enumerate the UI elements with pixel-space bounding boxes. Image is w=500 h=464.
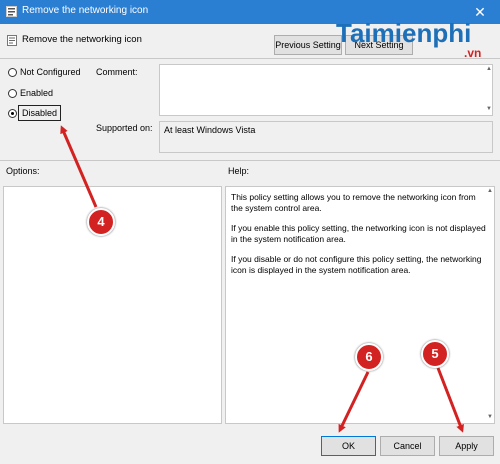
- arrow-to-apply: [436, 367, 464, 433]
- arrow-to-ok: [338, 371, 370, 433]
- step-badge-4: 4: [87, 208, 115, 236]
- step-badge-6: 6: [355, 343, 383, 371]
- arrow-to-disabled: [60, 125, 98, 208]
- annotation-arrows: [60, 125, 464, 433]
- step-badge-5: 5: [421, 340, 449, 368]
